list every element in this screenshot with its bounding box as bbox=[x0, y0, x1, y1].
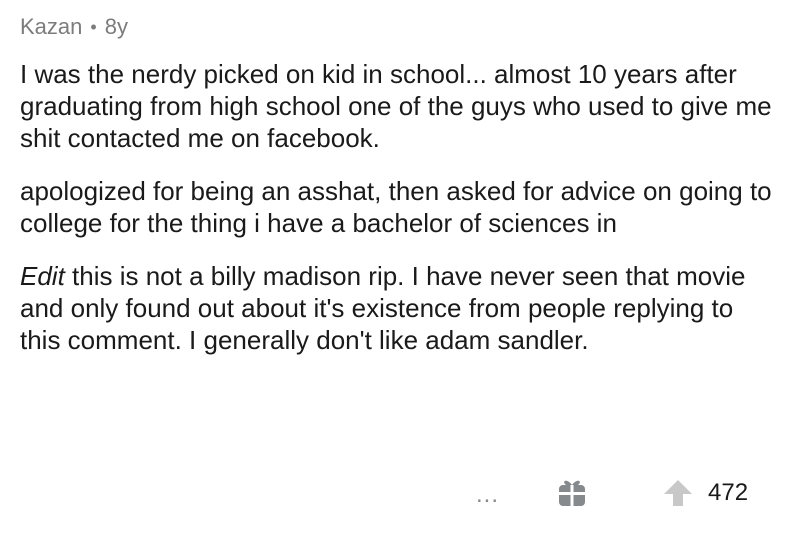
meta-separator: • bbox=[90, 16, 97, 37]
comment-age: 8y bbox=[104, 14, 128, 39]
edit-paragraph: Edit this is not a billy madison rip. I … bbox=[20, 260, 780, 356]
vote-score: 472 bbox=[708, 479, 749, 506]
comment-paragraph: apologized for being an asshat, then ask… bbox=[20, 176, 772, 238]
author-name[interactable]: Kazan bbox=[20, 14, 82, 40]
vote-control: 472 bbox=[662, 478, 748, 508]
comment-meta: Kazan • 8y bbox=[20, 14, 128, 40]
more-dots-icon[interactable]: ... bbox=[476, 483, 499, 507]
gift-icon[interactable] bbox=[556, 476, 588, 508]
comment-actions: ... 472 bbox=[0, 466, 800, 522]
comment-paragraph: I was the nerdy picked on kid in school.… bbox=[20, 59, 772, 153]
edit-text: this is not a billy madison rip. I have … bbox=[20, 261, 746, 355]
edit-label: Edit bbox=[20, 261, 65, 291]
upvote-arrow-icon[interactable] bbox=[662, 478, 694, 508]
comment-body: I was the nerdy picked on kid in school.… bbox=[20, 58, 780, 377]
